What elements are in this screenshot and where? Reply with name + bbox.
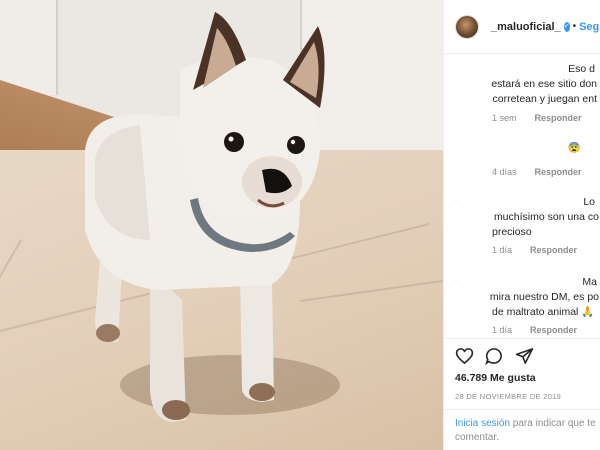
separator-dot: • bbox=[572, 21, 577, 32]
reply-button[interactable]: Responder bbox=[530, 245, 577, 255]
post-date: 28 DE NOVIEMBRE DE 2019 bbox=[455, 392, 562, 401]
comment-text-line: corretean y juegan ent bbox=[492, 93, 598, 105]
login-prompt-text-2: comentar. bbox=[455, 432, 499, 443]
comment-like-icon[interactable]: · bbox=[455, 198, 460, 204]
heart-icon[interactable] bbox=[455, 347, 474, 365]
comment-like-icon[interactable]: · bbox=[455, 146, 460, 152]
comment-text-line: Eso d bbox=[568, 63, 595, 75]
share-icon[interactable] bbox=[515, 347, 534, 365]
comment-like-icon[interactable]: · bbox=[455, 278, 460, 284]
reply-button[interactable]: Responder bbox=[530, 325, 577, 335]
post-actions: 46.789 Me gusta 28 DE NOVIEMBRE DE 2019 … bbox=[444, 338, 600, 450]
follow-button[interactable]: Seg bbox=[579, 21, 599, 33]
comment-time: 1 día bbox=[492, 325, 513, 335]
comment-text-line: muchísimo son una co bbox=[493, 211, 599, 223]
username-link[interactable]: _maluoficial_ bbox=[491, 21, 561, 33]
comment-text-line: de maltrato animal 🙏 bbox=[492, 306, 595, 318]
comment-text-line: estará en ese sitio don bbox=[491, 78, 597, 90]
comment-item: · 😨 4 días Responder bbox=[444, 135, 600, 187]
comment-text-line: 😨 bbox=[567, 142, 581, 154]
verified-badge-icon: ✓ bbox=[563, 21, 570, 32]
comment-item: · Ma mira nuestro DM, es po de maltrato … bbox=[444, 267, 600, 338]
reply-button[interactable]: Responder bbox=[535, 167, 582, 177]
dog-illustration bbox=[85, 12, 340, 422]
comment-time: 1 sem bbox=[492, 113, 517, 123]
avatar[interactable] bbox=[455, 14, 479, 39]
post-sidebar: _maluoficial_ ✓ • Seg Eso d estará en es… bbox=[443, 0, 600, 450]
comment-meta: 4 días Responder bbox=[492, 167, 582, 177]
reply-button[interactable]: Responder bbox=[535, 113, 582, 123]
comment-meta: 1 día Responder bbox=[492, 245, 577, 255]
comments-list[interactable]: Eso d estará en ese sitio don corretean … bbox=[444, 55, 600, 338]
comment-icon[interactable] bbox=[485, 347, 504, 365]
comment-time: 4 días bbox=[492, 167, 517, 177]
login-prompt-text: para indicar que te bbox=[510, 418, 596, 429]
post-photo[interactable] bbox=[0, 0, 443, 450]
login-link[interactable]: Inicia sesión bbox=[455, 418, 510, 429]
comment-text-line: Lo bbox=[583, 196, 595, 208]
comment-item: Eso d estará en ese sitio don corretean … bbox=[444, 55, 600, 135]
post-header: _maluoficial_ ✓ • Seg bbox=[444, 0, 600, 54]
comment-text-line: precioso bbox=[492, 226, 532, 238]
comment-item: · Lo muchísimo son una co precioso 1 día… bbox=[444, 187, 600, 267]
comment-text-line: mira nuestro DM, es po bbox=[489, 291, 599, 303]
action-icons bbox=[455, 347, 534, 365]
likes-count[interactable]: 46.789 Me gusta bbox=[455, 372, 536, 384]
header-user-row: _maluoficial_ ✓ • Seg bbox=[479, 21, 599, 33]
login-prompt: Inicia sesión para indicar que te coment… bbox=[444, 409, 600, 450]
comment-meta: 1 sem Responder bbox=[492, 113, 582, 123]
comment-meta: 1 día Responder bbox=[492, 325, 577, 335]
comment-text-line: Ma bbox=[582, 276, 597, 288]
comment-time: 1 día bbox=[492, 245, 513, 255]
